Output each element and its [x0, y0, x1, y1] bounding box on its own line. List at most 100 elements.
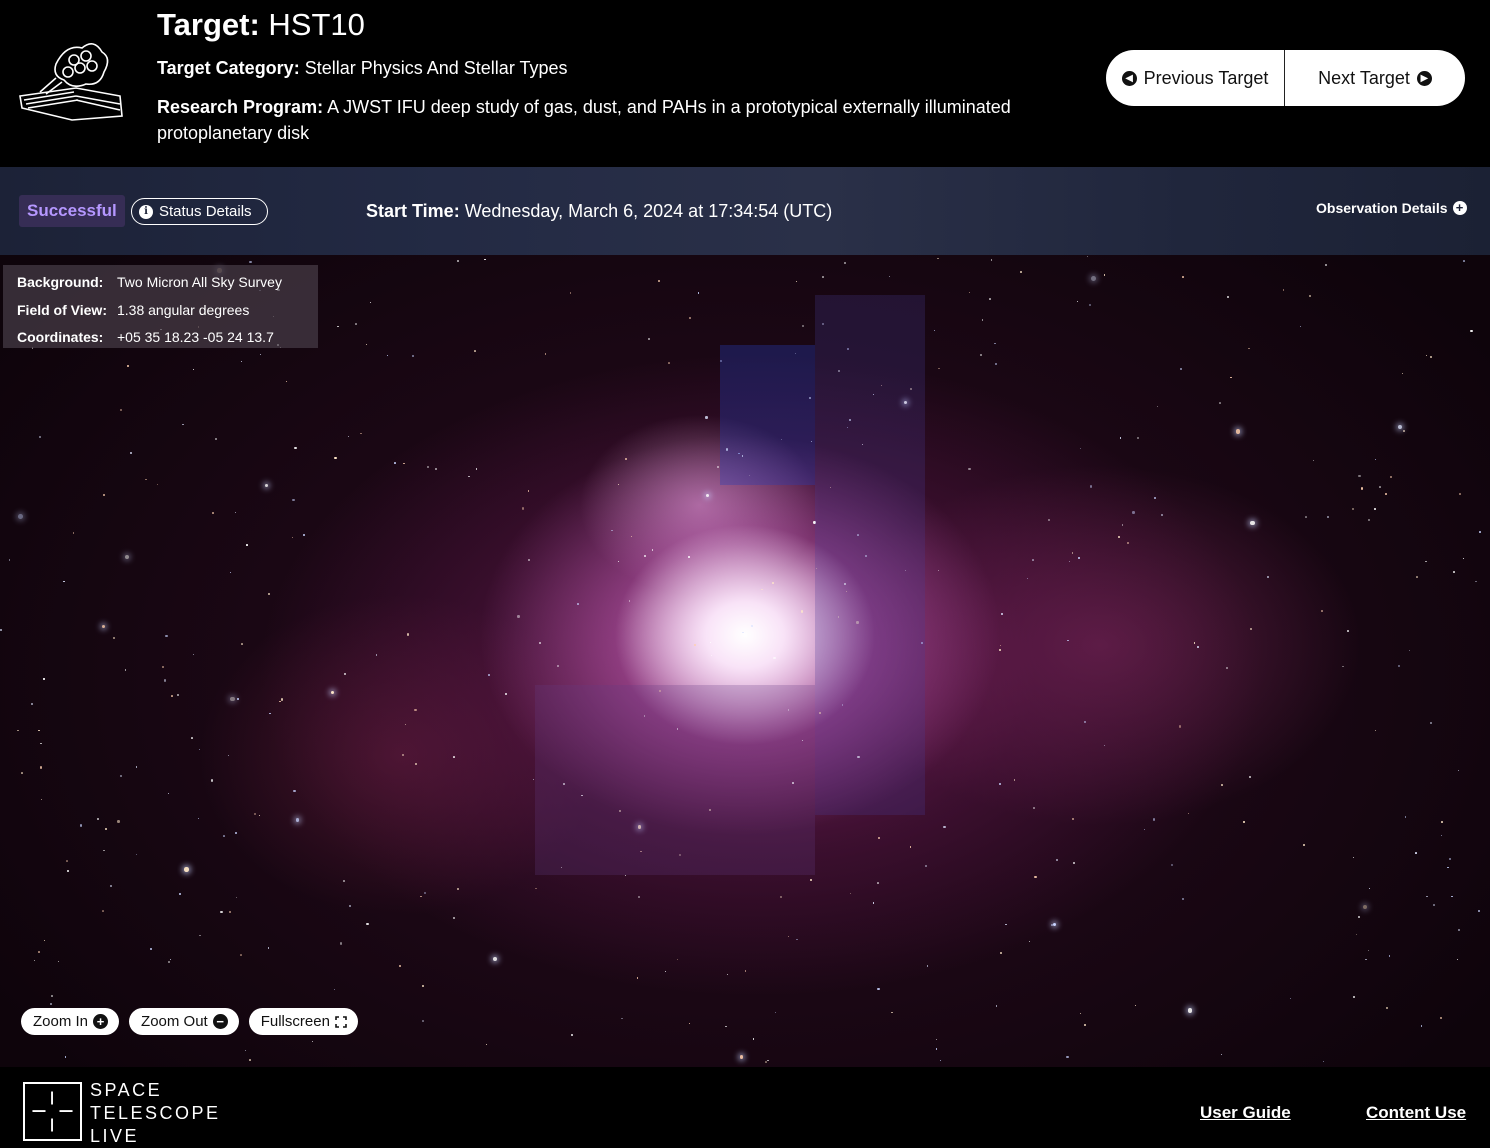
star — [165, 635, 168, 638]
star — [149, 947, 153, 950]
star — [210, 779, 214, 782]
zoom-out-button[interactable]: Zoom Out − — [129, 1008, 239, 1035]
target-category: Target Category: Stellar Physics And Ste… — [157, 56, 568, 80]
image-panel — [720, 345, 815, 485]
content-use-link[interactable]: Content Use — [1366, 1103, 1466, 1123]
fullscreen-label: Fullscreen — [260, 1013, 330, 1030]
star — [50, 995, 53, 998]
star — [1425, 354, 1427, 356]
star — [775, 1012, 777, 1014]
star — [787, 935, 789, 938]
star — [0, 628, 3, 631]
star — [1397, 665, 1400, 668]
star — [909, 846, 912, 848]
star — [651, 549, 654, 552]
star — [43, 939, 46, 941]
star — [705, 416, 708, 419]
star — [37, 950, 40, 953]
star — [227, 754, 229, 756]
star — [1267, 576, 1270, 579]
star — [366, 922, 369, 926]
star — [1086, 255, 1089, 257]
star — [1230, 376, 1232, 379]
star — [1479, 531, 1482, 533]
next-target-button[interactable]: Next Target ▶ — [1285, 50, 1465, 106]
star — [625, 457, 627, 460]
star — [1356, 933, 1358, 935]
star — [1181, 898, 1184, 901]
star — [1083, 1023, 1087, 1026]
category-label: Target Category: — [157, 58, 300, 78]
star — [456, 887, 459, 891]
star — [725, 1026, 727, 1028]
star — [618, 484, 620, 486]
star — [1352, 857, 1354, 859]
star — [485, 1044, 488, 1046]
start-time: Start Time: Wednesday, March 6, 2024 at … — [366, 199, 832, 223]
fullscreen-button[interactable]: Fullscreen — [248, 1008, 358, 1035]
star — [849, 892, 852, 895]
star — [135, 766, 138, 769]
telescope-icon — [19, 43, 123, 121]
star — [452, 755, 455, 758]
star — [102, 493, 105, 496]
star — [522, 507, 525, 510]
zoom-in-button[interactable]: Zoom In + — [21, 1008, 120, 1035]
star — [212, 511, 215, 514]
star — [267, 593, 270, 596]
status-details-button[interactable]: i Status Details — [131, 198, 268, 225]
star — [1152, 818, 1155, 821]
star — [235, 832, 238, 835]
star — [709, 641, 712, 644]
site-logo-text: SPACE TELESCOPE LIVE — [90, 1079, 221, 1148]
star — [1453, 571, 1456, 574]
star — [1156, 405, 1159, 408]
fov-value: 1.38 angular degrees — [117, 301, 250, 318]
star — [1425, 560, 1427, 563]
star — [72, 532, 74, 534]
star — [167, 961, 170, 964]
star — [17, 729, 20, 732]
star — [1071, 552, 1074, 554]
star — [406, 633, 409, 636]
star — [161, 666, 164, 669]
star — [1367, 518, 1371, 521]
star — [129, 451, 133, 454]
star — [1433, 903, 1436, 906]
star — [621, 1017, 623, 1020]
star — [1000, 951, 1002, 954]
status-badge: Successful — [19, 195, 125, 227]
user-guide-link[interactable]: User Guide — [1200, 1103, 1291, 1123]
star — [1197, 646, 1199, 648]
star — [30, 702, 33, 705]
star — [1374, 508, 1377, 510]
star — [1078, 556, 1081, 559]
star — [980, 354, 983, 357]
star — [112, 636, 115, 639]
star — [156, 484, 159, 486]
star — [937, 257, 939, 260]
star — [1250, 628, 1253, 631]
star — [163, 679, 166, 682]
star — [331, 690, 335, 694]
star — [1056, 859, 1059, 862]
star — [538, 642, 541, 645]
previous-target-button[interactable]: ◀ Previous Target — [1106, 50, 1285, 106]
star — [1132, 511, 1135, 514]
header: Target: HST10 Target Category: Stellar P… — [0, 0, 1490, 167]
arrow-left-icon: ◀ — [1121, 70, 1137, 86]
star — [34, 960, 36, 962]
star — [557, 664, 560, 667]
star — [889, 275, 891, 277]
star — [171, 695, 173, 697]
sky-viewer[interactable]: Background: Two Micron All Sky Survey Fi… — [0, 255, 1490, 1067]
star — [716, 465, 719, 468]
star — [1404, 816, 1407, 818]
star — [63, 580, 65, 583]
star — [8, 559, 10, 561]
star — [625, 875, 627, 877]
star — [998, 649, 1001, 652]
star — [399, 965, 402, 968]
star — [697, 292, 700, 295]
observation-details-button[interactable]: Observation Details + — [1316, 200, 1467, 216]
